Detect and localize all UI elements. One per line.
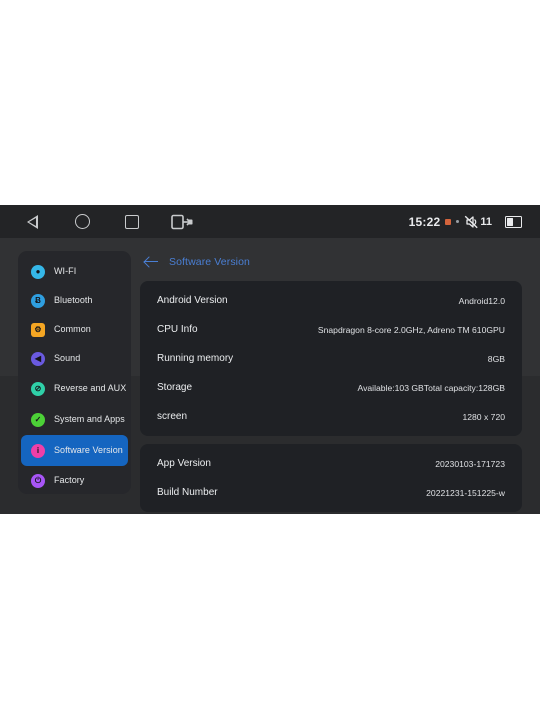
volume-indicator[interactable]: 11 [464,215,492,229]
info-row-label: Storage [157,382,193,393]
info-row[interactable]: screen 1280 x 720 [157,402,505,431]
back-button[interactable] [20,210,44,234]
sidebar-item-label: WI-FI [54,266,77,277]
sidebar-item-label: Reverse and AUX [54,383,127,394]
back-triangle-icon [26,214,38,229]
sidebar-item-sound[interactable]: ◀ Sound [21,344,128,373]
volume-muted-icon [465,215,479,228]
sidebar-item-label: Sound [54,353,81,364]
info-row-label: screen [157,411,188,422]
screenshot-canvas: 15:22 11 ● WI-FI Ƀ Bluetooth ⚙ Common ◀ … [0,0,540,720]
sidebar-item-reverse-and-aux[interactable]: ⊘ Reverse and AUX [21,373,128,404]
info-row-value: 20230103-171723 [435,458,505,469]
bluetooth-icon: Ƀ [31,293,45,308]
info-row-value: 1280 x 720 [462,411,505,422]
info-row[interactable]: Storage Available:103 GBTotal capacity:12… [157,373,505,402]
status-icons-group: 15:22 11 [409,215,522,229]
exit-screen-icon [171,214,193,229]
android-navigation-bar: 15:22 11 [0,205,540,238]
settings-content-area: ● WI-FI Ƀ Bluetooth ⚙ Common ◀ Sound ⊘ Reverse an… [0,238,540,514]
info-cards-host: Android Version Android12.0 CPU Info Snapdr… [140,281,522,512]
recents-square-icon [125,214,139,229]
battery-fill [507,217,513,226]
sidebar-item-bluetooth[interactable]: Ƀ Bluetooth [21,286,128,315]
orange-square-icon [445,218,452,225]
exit-screen-button[interactable] [170,210,194,234]
info-row[interactable]: CPU Info Snapdragon 8-core 2.0GHz, Adreno… [157,315,505,344]
reverse-aux-icon: ⊘ [31,381,45,396]
volume-level-value: 11 [480,215,492,228]
info-row[interactable]: Android Version Android12.0 [157,286,505,315]
info-row-label: CPU Info [157,324,198,335]
sidebar-item-label: Software Version [54,445,123,456]
settings-main-panel: Software Version Android Version Android1… [140,251,522,512]
info-card: Android Version Android12.0 CPU Info Snapdr… [140,281,522,436]
info-row-value: Android12.0 [458,295,505,306]
info-row[interactable]: Running memory 8GB [157,344,505,373]
back-arrow-icon[interactable] [144,255,159,269]
page-title: Software Version [169,256,250,268]
info-row-value: Available:103 GBTotal capacity:128GB [357,382,505,393]
sidebar-item-label: Factory [54,475,85,486]
sidebar-item-factory[interactable]: ⏻ Factory [21,466,128,495]
info-row[interactable]: App Version 20230103-171723 [157,449,505,478]
sidebar-item-label: System and Apps [54,414,125,425]
info-row-label: Build Number [157,487,218,498]
head-unit-screen: 15:22 11 ● WI-FI Ƀ Bluetooth ⚙ Common ◀ … [0,205,540,514]
sidebar-item-label: Bluetooth [54,295,93,306]
settings-sidebar: ● WI-FI Ƀ Bluetooth ⚙ Common ◀ Sound ⊘ Reverse an… [18,251,131,494]
status-clock: 15:22 [408,214,441,229]
sidebar-item-common[interactable]: ⚙ Common [21,315,128,344]
info-row-value: Snapdragon 8-core 2.0GHz, Adreno TM 610G… [317,324,505,335]
sidebar-item-wi-fi[interactable]: ● WI-FI [21,257,128,286]
battery-icon [505,215,522,228]
sidebar-item-software-version[interactable]: i Software Version [21,435,128,466]
info-row-label: App Version [157,458,211,469]
wifi-icon: ● [31,264,45,279]
info-row-value: 8GB [487,353,505,364]
nav-buttons-group [20,210,194,234]
info-row-label: Android Version [157,295,228,306]
gear-icon: ⚙ [31,322,45,337]
sidebar-item-label: Common [54,324,91,335]
info-row-label: Running memory [157,353,234,364]
recents-button[interactable] [120,210,144,234]
small-dot-icon [456,220,460,223]
factory-icon: ⏻ [31,473,45,488]
sidebar-item-system-and-apps[interactable]: ✓ System and Apps [21,404,128,435]
info-card: App Version 20230103-171723 Build Number 20… [140,444,522,512]
speaker-icon: ◀ [31,351,45,366]
home-circle-icon [74,214,90,229]
home-button[interactable] [70,210,94,234]
system-apps-icon: ✓ [31,412,45,427]
page-header: Software Version [140,251,522,273]
info-row[interactable]: Build Number 20221231-151225-w [157,478,505,507]
info-row-value: 20221231-151225-w [426,487,505,498]
info-icon: i [31,443,45,458]
